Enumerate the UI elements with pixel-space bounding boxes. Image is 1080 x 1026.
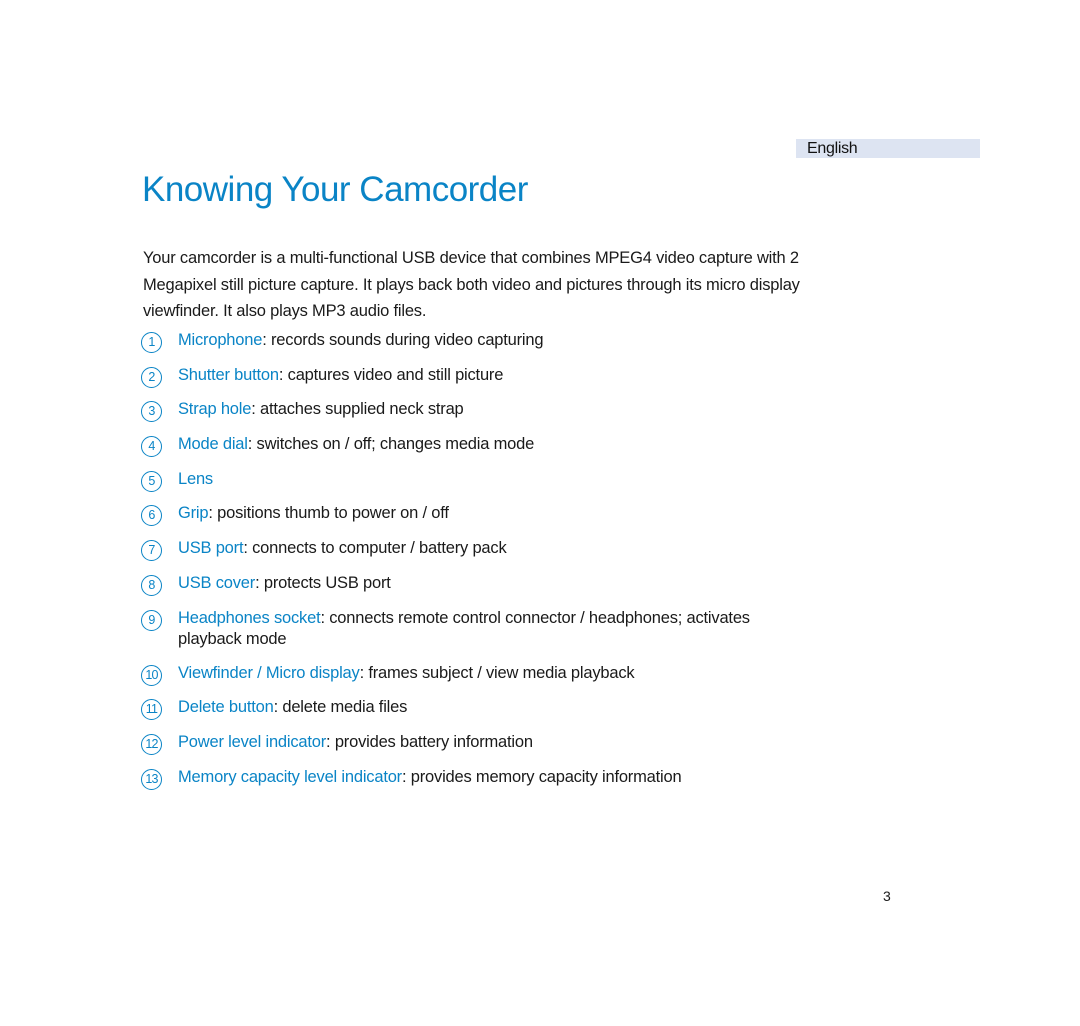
separator: :	[326, 732, 335, 751]
part-description: provides memory capacity information	[410, 767, 682, 786]
part-term: USB port	[178, 539, 244, 558]
separator: :	[251, 400, 260, 419]
part-term: Delete button	[178, 698, 274, 717]
callout-number-3-icon: 3	[141, 401, 162, 423]
list-item: 7 USB port: connects to computer / batte…	[141, 538, 778, 573]
part-entry: Lens	[178, 469, 213, 490]
part-description: captures video and still picture	[287, 365, 504, 384]
list-item: 12 Power level indicator: provides batte…	[141, 732, 778, 767]
list-item: 5 Lens	[141, 469, 778, 504]
part-term: Lens	[178, 469, 213, 488]
part-description: connects to computer / battery pack	[252, 539, 507, 558]
callout-number-1-icon: 1	[141, 332, 162, 353]
part-description: records sounds during video capturing	[271, 331, 544, 349]
part-term: Headphones socket	[178, 608, 321, 627]
callout-number-8-icon: 8	[141, 574, 162, 596]
part-entry: Power level indicator: provides battery …	[178, 732, 533, 753]
callout-number-7-icon: 7	[141, 540, 162, 562]
part-description: frames subject / view media playback	[368, 663, 635, 682]
part-description: provides battery information	[334, 732, 533, 751]
part-term: Mode dial	[178, 435, 248, 454]
part-term: Strap hole	[178, 400, 252, 419]
part-entry: USB cover: protects USB port	[178, 573, 391, 594]
part-term: USB cover	[178, 573, 256, 592]
callout-number-10-icon: 10	[141, 664, 162, 686]
page-number: 3	[883, 888, 891, 904]
list-item: 3 Strap hole: attaches supplied neck str…	[141, 399, 778, 434]
list-item: 8 USB cover: protects USB port	[141, 573, 778, 608]
part-term: Power level indicator	[178, 732, 327, 751]
callout-number-2-icon: 2	[141, 366, 162, 388]
part-entry: Grip: positions thumb to power on / off	[178, 503, 449, 524]
part-term: Memory capacity level indicator	[178, 767, 402, 786]
part-description: switches on / off; changes media mode	[256, 435, 535, 454]
callout-number-11-icon: 11	[141, 699, 162, 721]
part-term: Viewfinder / Micro display	[178, 663, 360, 682]
part-entry: Shutter button: captures video and still…	[178, 365, 503, 386]
callout-number-9-icon: 9	[141, 609, 162, 631]
part-term: Grip	[178, 504, 209, 523]
separator: :	[255, 573, 264, 592]
separator: :	[262, 331, 271, 349]
separator: :	[278, 365, 288, 384]
list-item: 9 Headphones socket: connects remote con…	[141, 608, 778, 663]
part-entry: Strap hole: attaches supplied neck strap	[178, 399, 464, 420]
callout-number-12-icon: 12	[141, 733, 162, 755]
language-label-bar: English	[796, 139, 980, 158]
list-item: 13 Memory capacity level indicator: prov…	[141, 767, 778, 802]
part-description: positions thumb to power on / off	[217, 504, 449, 523]
part-entry: Microphone: records sounds during video …	[178, 330, 544, 351]
parts-list: 1 Microphone: records sounds during vide…	[141, 330, 778, 801]
callout-number-5-icon: 5	[141, 470, 162, 492]
part-entry: Mode dial: switches on / off; changes me…	[178, 434, 534, 455]
part-entry: Viewfinder / Micro display: frames subje…	[178, 663, 635, 684]
part-entry: USB port: connects to computer / battery…	[178, 538, 507, 559]
part-term: Shutter button	[178, 365, 279, 384]
separator: :	[247, 435, 257, 454]
list-item: 6 Grip: positions thumb to power on / of…	[141, 503, 778, 538]
callout-number-4-icon: 4	[141, 436, 162, 458]
separator: :	[243, 539, 253, 558]
list-item: 4 Mode dial: switches on / off; changes …	[141, 434, 778, 469]
part-description: attaches supplied neck strap	[260, 400, 464, 419]
separator: :	[401, 767, 411, 786]
list-item: 11 Delete button: delete media files	[141, 697, 778, 732]
separator: :	[208, 504, 218, 523]
list-item: 2 Shutter button: captures video and sti…	[141, 365, 778, 400]
part-description: delete media files	[282, 698, 408, 717]
separator: :	[320, 608, 330, 627]
part-term: Microphone	[178, 331, 263, 349]
list-item: 1 Microphone: records sounds during vide…	[141, 330, 778, 365]
part-entry: Delete button: delete media files	[178, 697, 407, 718]
part-description: protects USB port	[263, 573, 391, 592]
page-title: Knowing Your Camcorder	[142, 170, 528, 209]
list-item: 10 Viewfinder / Micro display: frames su…	[141, 663, 778, 698]
callout-number-6-icon: 6	[141, 505, 162, 527]
callout-number-13-icon: 13	[141, 768, 162, 790]
language-label: English	[807, 140, 858, 157]
intro-paragraph: Your camcorder is a multi-functional USB…	[143, 249, 800, 320]
part-entry: Headphones socket: connects remote contr…	[178, 608, 778, 650]
part-entry: Memory capacity level indicator: provide…	[178, 767, 682, 788]
